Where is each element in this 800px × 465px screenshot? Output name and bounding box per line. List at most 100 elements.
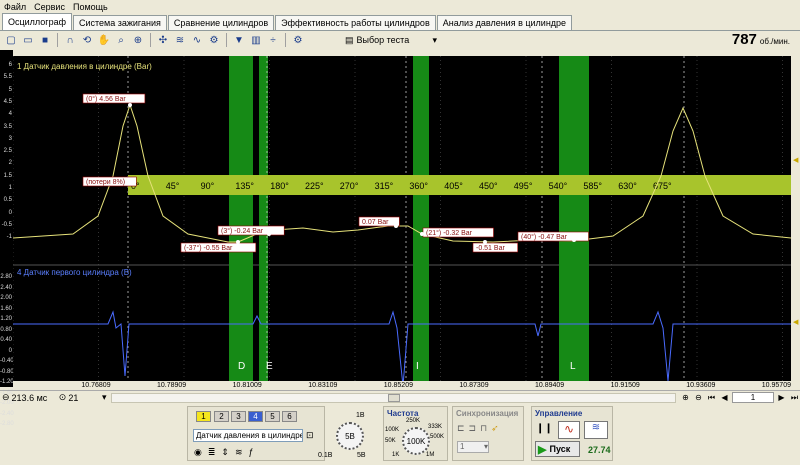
- channel-button-4[interactable]: 4: [248, 411, 263, 422]
- new-file-icon[interactable]: ▢: [3, 32, 19, 48]
- headphones-icon[interactable]: ∩: [62, 32, 78, 48]
- oscilloscope-plot[interactable]: 0°45°90°135°180°225°270°315°360°405°450°…: [13, 56, 791, 387]
- arrows-icon[interactable]: ⇕: [221, 447, 229, 458]
- channel-button-5[interactable]: 5: [265, 411, 280, 422]
- play-icon: ▶: [538, 443, 547, 456]
- y-axis: 6 5.5 5 4.5 4 3.5 3 2.5 2 1.5 1 0.5 0 -0.5 -1 2.80 2.40 2…: [0, 50, 14, 427]
- time-per-div[interactable]: ⊖ 213.6 мс: [0, 392, 55, 403]
- menu-service[interactable]: Сервис: [34, 2, 65, 12]
- first-page-icon[interactable]: ⏮: [706, 392, 717, 403]
- sync-channel-select[interactable]: 1 ▾: [457, 441, 489, 453]
- y-tick-label: -1.20: [0, 379, 14, 385]
- prev-page-icon[interactable]: ◀: [719, 392, 730, 403]
- annotation-label: 0.07 Bar: [362, 219, 389, 226]
- filter-icon[interactable]: ▼: [231, 32, 247, 48]
- y-tick-label: 2.5: [3, 148, 12, 155]
- scroll-thumb[interactable]: [387, 393, 400, 402]
- y-tick-label: -0.5: [1, 221, 12, 228]
- tab-cylinder-compare[interactable]: Сравнение цилиндров: [167, 15, 275, 30]
- menu-help[interactable]: Помощь: [73, 2, 108, 12]
- y-tick-label: 0.5: [3, 197, 12, 204]
- overlay-icon[interactable]: ≋: [172, 32, 188, 48]
- x-tick-label: 10.83109: [308, 382, 338, 389]
- freq-label: 100K: [385, 427, 400, 433]
- y-tick-label: 1.20: [0, 316, 12, 322]
- x-tick-label: 10.87309: [459, 382, 489, 389]
- probe-icon[interactable]: ⊡: [306, 430, 314, 441]
- start-button[interactable]: ▶ Пуск: [535, 441, 580, 457]
- settings-icon[interactable]: ⚙: [290, 32, 306, 48]
- zoom-in-icon[interactable]: ⊕: [680, 392, 691, 403]
- next-page-icon[interactable]: ▶: [776, 392, 787, 403]
- last-page-icon[interactable]: ⏭: [789, 392, 800, 403]
- grid-icon[interactable]: ▥: [248, 32, 264, 48]
- sine-mode-icon[interactable]: ∿: [558, 421, 580, 439]
- compare-icon[interactable]: ∿: [189, 32, 205, 48]
- data-point: [394, 224, 398, 228]
- zoom-out-icon[interactable]: ⊖: [693, 392, 704, 403]
- control-title: Управление: [535, 409, 583, 418]
- tab-cylinder-efficiency[interactable]: Эффективность работы цилиндров: [275, 15, 436, 30]
- tab-pressure-analysis[interactable]: Анализ давления в цилиндре: [436, 15, 573, 30]
- tab-ignition[interactable]: Система зажигания: [73, 15, 167, 30]
- sync-auto-icon[interactable]: ⊓: [480, 423, 487, 434]
- x-tick-label: 10.95709: [761, 382, 791, 389]
- pressure-trace: [13, 103, 791, 243]
- reset-icon[interactable]: ⟲: [79, 32, 95, 48]
- sync-fall-icon[interactable]: ⊐: [469, 423, 477, 434]
- frequency-title: Частота: [387, 409, 419, 418]
- degree-label: 540°: [549, 181, 568, 191]
- page-number[interactable]: 1: [732, 392, 774, 403]
- y-tick-label: 6: [8, 62, 12, 68]
- marker-arrow-icon[interactable]: ◀: [793, 318, 798, 326]
- annotation-label: (-37°) -0.55 Bar: [184, 244, 233, 252]
- y-tick-label: 4: [8, 111, 12, 118]
- channel-button-2[interactable]: 2: [214, 411, 229, 422]
- test-select[interactable]: ▤ Выбор теста ▾: [341, 33, 437, 48]
- eye-icon[interactable]: ◉: [194, 447, 202, 458]
- sync-rise-icon[interactable]: ⊏: [457, 423, 465, 434]
- cursor-icon[interactable]: ✣: [155, 32, 171, 48]
- menu-file[interactable]: Файл: [4, 2, 26, 12]
- range-knob-dial[interactable]: 5В: [336, 422, 364, 450]
- horizontal-scrollbar[interactable]: [110, 392, 676, 403]
- sensor-trace: [13, 310, 791, 387]
- y-tick-label: 5: [8, 86, 12, 93]
- marker-arrow-icon[interactable]: ◀: [793, 156, 798, 164]
- engine-icon[interactable]: ⚙: [206, 32, 222, 48]
- channel-name-select[interactable]: Датчик давления в цилиндре: [193, 429, 303, 442]
- pause-icon[interactable]: ❙❙: [536, 423, 553, 439]
- time-div-value: 213.6 мс: [11, 392, 48, 403]
- function-icon[interactable]: ƒ: [249, 447, 254, 458]
- y-tick-label: 5.5: [3, 74, 12, 81]
- frequency-knob[interactable]: 100K: [402, 427, 430, 455]
- zoom-icon[interactable]: ⌕: [113, 32, 129, 48]
- y-tick-label: 2.80: [0, 274, 12, 280]
- y-tick-label: 0.40: [0, 337, 12, 343]
- channel-button-1[interactable]: 1: [196, 411, 211, 422]
- save-icon[interactable]: ■: [37, 32, 53, 48]
- split-icon[interactable]: ÷: [265, 32, 281, 48]
- multi-wave-icon[interactable]: ≋: [584, 421, 608, 439]
- phase-marker: I: [416, 361, 419, 372]
- tab-oscilloscope[interactable]: Осциллограф: [2, 13, 72, 30]
- channel-button-3[interactable]: 3: [231, 411, 246, 422]
- toolbar: ▢ ▭ ■ ∩ ⟲ ✋ ⌕ ⊕ ✣ ≋ ∿ ⚙ ▼ ▥ ÷ ⚙ ▤ Выбор …: [0, 31, 800, 49]
- sync-cursor-icon[interactable]: ➶: [491, 423, 499, 434]
- crosshair-icon[interactable]: ⊕: [130, 32, 146, 48]
- toolbar-separator: [226, 33, 227, 47]
- open-folder-icon[interactable]: ▭: [20, 32, 36, 48]
- range-knob[interactable]: 5В 0.1В 1В 5В: [318, 406, 378, 461]
- trace1-label: 1 Датчик давления в цилиндре (Bar): [17, 62, 152, 71]
- toolbar-separator: [285, 33, 286, 47]
- pan-hand-icon[interactable]: ✋: [96, 32, 112, 48]
- data-point: [572, 238, 576, 242]
- y-tick-label: -0.40: [0, 358, 14, 364]
- channel-button-6[interactable]: 6: [282, 411, 297, 422]
- data-point: [267, 232, 271, 236]
- scroll-bar-row: ⊖ 213.6 мс ⊙ 21 ▾ ⊕ ⊖ ⏮ ◀ 1 ▶ ⏭: [0, 390, 800, 404]
- wave-icon[interactable]: ≋: [235, 447, 243, 458]
- scale-icon[interactable]: ≣: [208, 447, 216, 458]
- channel-select[interactable]: ⊙ 21 ▾: [59, 392, 107, 403]
- x-tick-label: 10.89409: [534, 382, 565, 389]
